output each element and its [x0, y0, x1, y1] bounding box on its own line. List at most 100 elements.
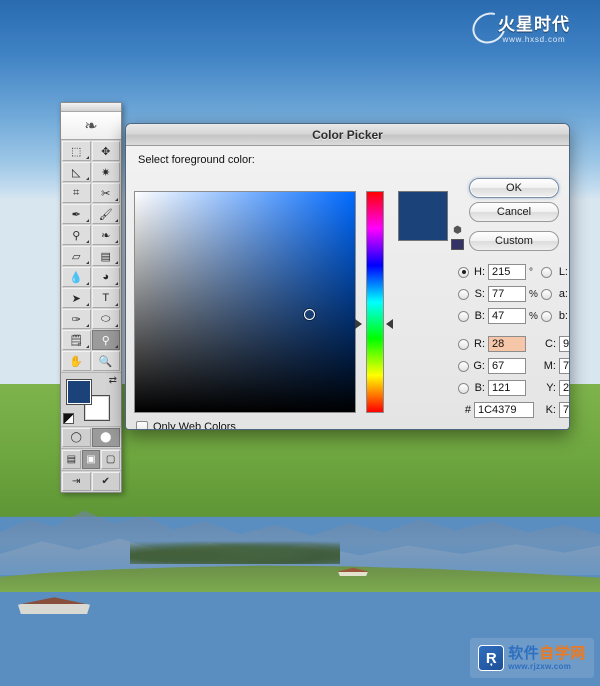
red-input[interactable] [488, 336, 526, 352]
yellow-input[interactable] [559, 380, 569, 396]
hex-field-row[interactable]: # [458, 402, 534, 418]
path-selection-tool[interactable]: ➤ [62, 288, 91, 308]
hue-slider[interactable] [366, 191, 384, 413]
mask-mode-group: ◯ ⬤ [61, 427, 121, 449]
photoshop-logo-icon: ❧ [61, 112, 121, 140]
web-safe-warning-icon[interactable]: ⬢ [451, 224, 464, 237]
slice-tool[interactable]: ✂ [91, 183, 120, 203]
move-tool[interactable]: ✥ [91, 141, 120, 161]
hue-unit: ° [529, 266, 533, 278]
hex-symbol-label: # [464, 404, 471, 416]
screen-mode-group: ▤ ▣ ▢ [61, 449, 121, 471]
brightness-field-row[interactable]: B: % [458, 308, 538, 324]
only-web-colors-checkbox[interactable] [136, 421, 148, 429]
hue-field-row[interactable]: H: ° [458, 264, 538, 280]
brush-tool[interactable]: 🖌 [91, 204, 120, 224]
eyedropper-tool[interactable]: ⚲ [91, 330, 120, 350]
pen-tool[interactable]: ✑ [62, 309, 91, 329]
saturation-brightness-field[interactable] [134, 191, 356, 413]
photoshop-toolbox[interactable]: ❧ ⬚ ✥ ◺ ✷ ⌗ ✂ ✒ 🖌 ⚲ ❧ ▱ ▤ 💧 ◕ ➤ T ✑ ⬭ 🗒 ⚲ ✋ 🔍 ⇄ ◯ ⬤ ▤ ▣ ▢ ⇥ ✔ [60, 102, 122, 493]
magenta-input[interactable] [559, 358, 569, 374]
hue-label: H: [474, 266, 485, 278]
full-screen-mode-button[interactable]: ▢ [101, 450, 120, 469]
lab-b-field-row[interactable]: b: [541, 308, 569, 324]
farmhouse-building [18, 597, 90, 614]
red-radio[interactable] [458, 338, 469, 350]
swap-colors-icon[interactable]: ⇄ [109, 375, 117, 386]
hue-radio[interactable] [458, 266, 469, 278]
marquee-tool[interactable]: ⬚ [62, 141, 91, 161]
toolbox-tool-grid: ⬚ ✥ ◺ ✷ ⌗ ✂ ✒ 🖌 ⚲ ❧ ▱ ▤ 💧 ◕ ➤ T ✑ ⬭ 🗒 ⚲ ✋ 🔍 [61, 140, 121, 373]
hex-input[interactable] [474, 402, 534, 418]
green-label: G: [473, 360, 485, 372]
black-label: K: [545, 404, 556, 416]
jump-button-group: ⇥ ✔ [61, 471, 121, 492]
lab-a-radio[interactable] [541, 288, 552, 300]
lab-l-radio[interactable] [541, 266, 552, 278]
brightness-radio[interactable] [458, 310, 469, 322]
notes-tool[interactable]: 🗒 [62, 330, 91, 350]
cyan-input[interactable] [559, 336, 569, 352]
black-field-row[interactable]: K: % [541, 402, 569, 418]
green-field-row[interactable]: G: [458, 358, 526, 374]
dialog-titlebar[interactable]: Color Picker [126, 124, 569, 146]
hue-slider-marker-left[interactable] [355, 319, 362, 329]
foreground-color-swatch[interactable] [66, 379, 92, 405]
cyan-field-row[interactable]: C: % [541, 336, 569, 352]
standard-mode-button[interactable]: ◯ [62, 428, 91, 447]
eraser-tool[interactable]: ▱ [62, 246, 91, 266]
confirm-button[interactable]: ✔ [91, 472, 120, 491]
shape-tool[interactable]: ⬭ [91, 309, 120, 329]
healing-brush-tool[interactable]: ✒ [62, 204, 91, 224]
ok-button[interactable]: OK [469, 178, 559, 198]
lasso-tool[interactable]: ◺ [62, 162, 91, 182]
blue-input[interactable] [488, 380, 526, 396]
toolbox-drag-handle[interactable] [61, 103, 121, 112]
only-web-colors-row[interactable]: Only Web Colors [136, 421, 236, 429]
zoom-tool[interactable]: 🔍 [91, 351, 120, 371]
yellow-field-row[interactable]: Y: % [541, 380, 569, 396]
color-picker-dialog[interactable]: Color Picker Select foreground color: ⬢ … [125, 123, 570, 430]
blue-label: B: [474, 382, 485, 394]
hue-slider-marker-right[interactable] [386, 319, 393, 329]
saturation-radio[interactable] [458, 288, 469, 300]
green-radio[interactable] [458, 360, 469, 372]
history-brush-tool[interactable]: ❧ [91, 225, 120, 245]
saturation-field-row[interactable]: S: % [458, 286, 538, 302]
magic-wand-tool[interactable]: ✷ [91, 162, 120, 182]
full-screen-menubar-mode-button[interactable]: ▣ [81, 450, 101, 469]
black-input[interactable] [559, 402, 569, 418]
default-colors-icon[interactable] [63, 413, 74, 424]
crop-tool[interactable]: ⌗ [62, 183, 91, 203]
quick-mask-mode-button[interactable]: ⬤ [91, 428, 120, 447]
type-tool[interactable]: T [91, 288, 120, 308]
lab-b-radio[interactable] [541, 310, 552, 322]
color-picker-ring[interactable] [304, 309, 315, 320]
lab-l-field-row[interactable]: L: [541, 264, 569, 280]
saturation-input[interactable] [488, 286, 526, 302]
yellow-label: Y: [546, 382, 556, 394]
dialog-title: Color Picker [312, 127, 383, 142]
clone-stamp-tool[interactable]: ⚲ [62, 225, 91, 245]
hue-input[interactable] [488, 264, 526, 280]
lab-a-field-row[interactable]: a: [541, 286, 569, 302]
standard-screen-mode-button[interactable]: ▤ [62, 450, 81, 469]
web-safe-color-chip[interactable] [451, 239, 464, 250]
red-label: R: [474, 338, 485, 350]
custom-button[interactable]: Custom [469, 231, 559, 251]
green-input[interactable] [488, 358, 526, 374]
brightness-input[interactable] [488, 308, 526, 324]
jump-to-imageready-button[interactable]: ⇥ [62, 472, 91, 491]
hand-tool[interactable]: ✋ [62, 351, 91, 371]
magenta-field-row[interactable]: M: % [541, 358, 569, 374]
blue-field-row[interactable]: B: [458, 380, 526, 396]
blue-radio[interactable] [458, 382, 469, 394]
magenta-label: M: [543, 360, 556, 372]
cancel-button[interactable]: Cancel [469, 202, 559, 222]
dodge-tool[interactable]: ◕ [91, 267, 120, 287]
gradient-tool[interactable]: ▤ [91, 246, 120, 266]
tree-cluster [130, 538, 340, 564]
color-swatch-controls[interactable]: ⇄ [61, 373, 121, 427]
red-field-row[interactable]: R: [458, 336, 526, 352]
blur-tool[interactable]: 💧 [62, 267, 91, 287]
